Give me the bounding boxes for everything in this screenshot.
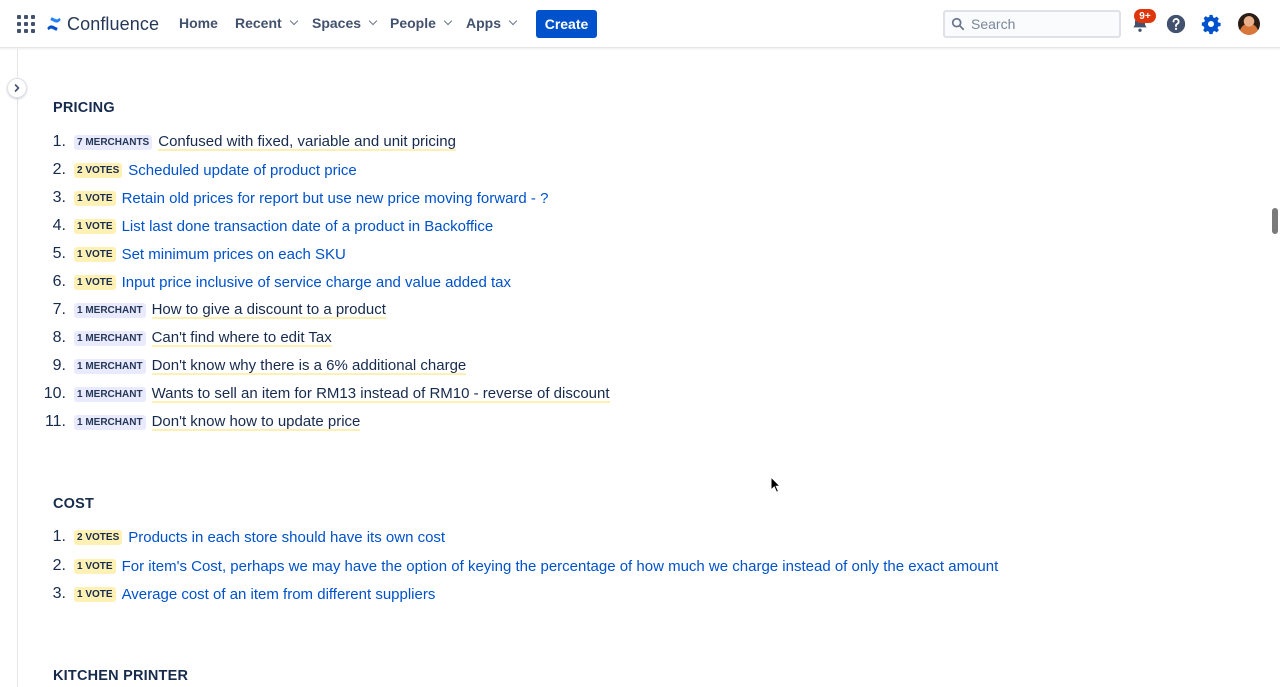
nav-people[interactable]: People: [390, 15, 453, 31]
list-number: 3.: [52, 189, 66, 206]
mouse-cursor-icon: [770, 476, 782, 493]
section-heading-cost: COST: [53, 496, 95, 512]
item-link[interactable]: Products in each store should have its o…: [128, 529, 445, 546]
search-icon: [951, 17, 965, 31]
help-button[interactable]: [1164, 12, 1188, 36]
list-item: 8. 1 MERCHANT Can't find where to edit T…: [0, 327, 332, 349]
merchant-count-badge: 1 MERCHANT: [74, 358, 146, 374]
vote-count-badge: 1 VOTE: [74, 218, 116, 234]
settings-button[interactable]: [1199, 12, 1223, 36]
list-item: 1. 2 VOTES Products in each store should…: [0, 526, 445, 548]
nav-apps[interactable]: Apps: [466, 15, 518, 31]
list-number: 2.: [52, 557, 66, 574]
section-heading-kitchen-printer: KITCHEN PRINTER: [53, 668, 189, 684]
nav-apps-label: Apps: [466, 15, 501, 31]
item-text[interactable]: Don't know how to update price: [151, 413, 361, 431]
list-item: 10. 1 MERCHANT Wants to sell an item for…: [0, 383, 610, 405]
list-item: 5. 1 VOTE Set minimum prices on each SKU: [0, 243, 346, 265]
list-item: 6. 1 VOTE Input price inclusive of servi…: [0, 271, 511, 293]
item-link[interactable]: Set minimum prices on each SKU: [122, 246, 346, 263]
list-number: 11.: [44, 413, 66, 430]
item-text[interactable]: Wants to sell an item for RM13 instead o…: [151, 385, 610, 403]
list-number: 5.: [52, 245, 66, 262]
item-text[interactable]: Confused with fixed, variable and unit p…: [158, 133, 456, 151]
nav-recent-label: Recent: [235, 15, 282, 31]
vote-count-badge: 1 VOTE: [74, 586, 116, 602]
scrollbar-thumb[interactable]: [1272, 208, 1278, 234]
page-content: PRICING 1. 7 MERCHANTS Confused with fix…: [0, 49, 1280, 687]
list-item: 2. 1 VOTE For item's Cost, perhaps we ma…: [0, 555, 999, 577]
vote-count-badge: 1 VOTE: [74, 274, 116, 290]
list-number: 8.: [52, 329, 66, 346]
list-number: 9.: [52, 357, 66, 374]
item-link[interactable]: Scheduled update of product price: [128, 162, 357, 179]
list-item: 3. 1 VOTE Retain old prices for report b…: [0, 187, 549, 209]
help-icon: [1166, 14, 1186, 34]
vote-count-badge: 1 VOTE: [74, 190, 116, 206]
grid-icon[interactable]: [17, 15, 35, 33]
vote-count-badge: 1 VOTE: [74, 558, 116, 574]
list-number: 7.: [52, 301, 66, 318]
gear-icon: [1201, 14, 1221, 35]
list-item: 9. 1 MERCHANT Don't know why there is a …: [0, 355, 467, 377]
chevron-down-icon: [289, 16, 298, 26]
list-number: 1.: [52, 133, 66, 150]
item-text[interactable]: Can't find where to edit Tax: [151, 329, 332, 347]
item-link[interactable]: For item's Cost, perhaps we may have the…: [122, 558, 999, 575]
list-number: 1.: [52, 528, 66, 545]
chevron-down-icon: [508, 16, 518, 26]
list-number: 3.: [52, 585, 66, 602]
list-item: 11. 1 MERCHANT Don't know how to update …: [0, 411, 361, 433]
list-number: 4.: [52, 217, 66, 234]
vote-count-badge: 2 VOTES: [74, 529, 123, 545]
item-link[interactable]: List last done transaction date of a pro…: [122, 218, 494, 235]
nav-home-label: Home: [179, 15, 218, 31]
chevron-down-icon: [443, 16, 453, 26]
brand-name: Confluence: [67, 13, 160, 34]
nav-spaces-label: Spaces: [312, 15, 362, 31]
merchant-count-badge: 1 MERCHANT: [74, 302, 146, 318]
nav-home[interactable]: Home: [179, 15, 218, 31]
confluence-logo[interactable]: Confluence: [45, 12, 159, 36]
chevron-down-icon: [368, 16, 378, 26]
item-link[interactable]: Average cost of an item from different s…: [122, 586, 436, 603]
section-heading-pricing: PRICING: [53, 100, 115, 116]
item-link[interactable]: Input price inclusive of service charge …: [122, 274, 511, 291]
list-item: 2. 2 VOTES Scheduled update of product p…: [0, 159, 357, 181]
search-box[interactable]: [943, 10, 1121, 38]
confluence-logo-icon: [47, 17, 61, 31]
nav-people-label: People: [390, 15, 436, 31]
item-text[interactable]: How to give a discount to a product: [151, 301, 386, 319]
list-number: 10.: [43, 385, 66, 402]
list-item: 3. 1 VOTE Average cost of an item from d…: [0, 583, 436, 605]
notification-badge: 9+: [1134, 9, 1156, 23]
avatar[interactable]: [1238, 13, 1260, 35]
list-item: 7. 1 MERCHANT How to give a discount to …: [0, 299, 386, 321]
merchant-count-badge: 1 MERCHANT: [74, 330, 146, 346]
nav-spaces[interactable]: Spaces: [312, 15, 378, 31]
merchant-count-badge: 1 MERCHANT: [74, 386, 146, 402]
list-number: 2.: [52, 161, 66, 178]
top-navigation: Confluence Home Recent Spaces People App…: [0, 0, 1280, 48]
merchant-count-badge: 7 MERCHANTS: [74, 134, 153, 150]
create-button[interactable]: Create: [536, 10, 597, 38]
vote-count-badge: 2 VOTES: [74, 162, 123, 178]
item-text[interactable]: Don't know why there is a 6% additional …: [151, 357, 467, 375]
vote-count-badge: 1 VOTE: [74, 246, 116, 262]
search-input[interactable]: [971, 16, 1111, 32]
nav-recent[interactable]: Recent: [235, 15, 298, 31]
list-number: 6.: [52, 273, 66, 290]
list-item: 1. 7 MERCHANTS Confused with fixed, vari…: [0, 131, 456, 153]
merchant-count-badge: 1 MERCHANT: [74, 414, 146, 430]
item-link[interactable]: Retain old prices for report but use new…: [122, 190, 549, 207]
list-item: 4. 1 VOTE List last done transaction dat…: [0, 215, 494, 237]
